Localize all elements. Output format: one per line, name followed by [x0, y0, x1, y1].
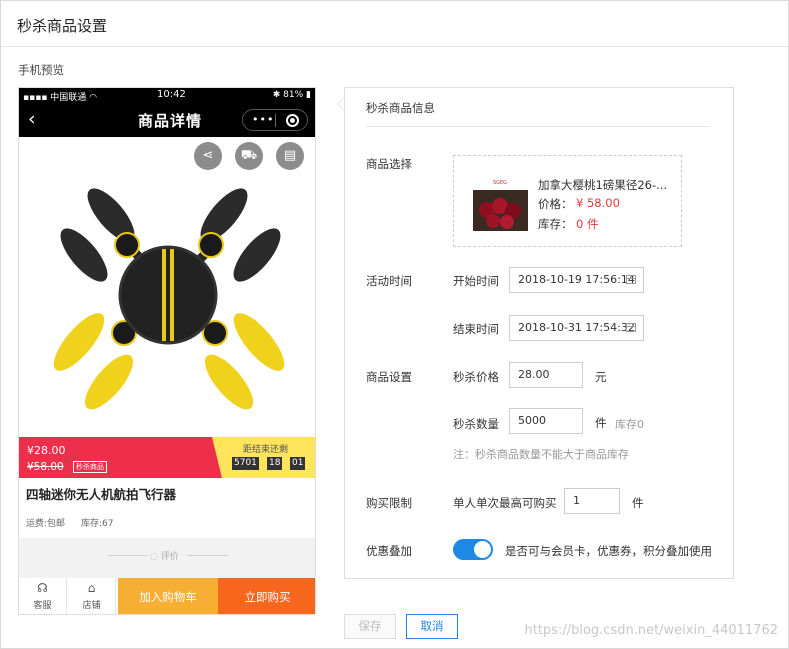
headset-icon: ☊ — [37, 581, 48, 595]
store-button[interactable]: ⌂ 店铺 — [68, 578, 116, 614]
settings-form-panel: 秒杀商品信息 商品选择 SGEG 加拿大樱桃1磅果径26-... 价格： ¥ 5… — [344, 87, 734, 579]
flash-price: ¥28.00 — [27, 444, 66, 457]
limit-unit: 件 — [632, 496, 644, 510]
qty-unit: 件 — [595, 416, 607, 430]
goods-stock-label: 库存： — [538, 217, 573, 231]
flash-price-input[interactable]: 28.00 — [509, 362, 583, 388]
start-time-input[interactable]: 2018-10-19 17:56:14 — [509, 267, 644, 293]
comment-icon: ◌ — [150, 552, 161, 562]
back-icon[interactable]: ‹ — [28, 108, 36, 130]
bluetooth-icon: ✱ — [272, 90, 284, 100]
carrier-label: ▪▪▪▪ 中国联通 ◠ — [23, 93, 98, 103]
original-price: ¥58.00 — [27, 461, 64, 473]
settings-window: 秒杀商品设置 手机预览 ▪▪▪▪ 中国联通 ◠ 10:42 ✱ 81% ▮ ‹ … — [0, 0, 789, 649]
goods-select-label: 商品选择 — [366, 157, 412, 171]
drone-illustration — [53, 188, 285, 410]
countdown-minutes: 01 — [290, 457, 306, 470]
goods-price-label: 价格： — [538, 197, 573, 211]
page-title: 秒杀商品设置 — [17, 17, 108, 35]
close-capsule-icon[interactable] — [286, 114, 299, 127]
discount-stack-toggle[interactable] — [453, 539, 493, 560]
countdown-days: 5701 — [232, 457, 259, 470]
stock-hint: 库存0 — [615, 418, 644, 431]
battery-icon: ▮ — [306, 90, 311, 100]
goods-thumbnail: SGEG — [473, 176, 528, 231]
flash-tag: 秒杀商品 — [73, 461, 107, 473]
product-name: 四轴迷你无人机航拍飞行器 — [26, 487, 177, 502]
title-divider — [1, 46, 788, 47]
watermark-text: https://blog.csdn.net/weixin_44011762 — [524, 623, 778, 638]
quantity-note: 注：秒杀商品数量不能大于商品库存 — [453, 448, 629, 461]
review-divider: ◌ 评价 — [19, 545, 315, 565]
discount-stack-label: 优惠叠加 — [366, 544, 412, 558]
start-time-label: 开始时间 — [453, 274, 499, 288]
phone-navbar: ‹ 商品详情 ••• — [19, 103, 315, 137]
phone-nav-title: 商品详情 — [138, 112, 203, 130]
add-to-cart-button[interactable]: 加入购物车 — [118, 578, 218, 614]
countdown-hours: 18 — [267, 457, 283, 470]
countdown-label: 距结束还剩 — [243, 445, 289, 455]
purchase-limit-label: 购买限制 — [366, 496, 412, 510]
limit-text: 单人单次最高可购买 — [453, 496, 557, 510]
shipping-text: 运费:包邮 — [26, 519, 66, 529]
product-image: ⋖ ⛟ ▤ — [19, 137, 315, 437]
save-button[interactable]: 保存 — [344, 614, 396, 639]
stock-text: 库存:67 — [81, 519, 114, 529]
end-time-label: 结束时间 — [453, 322, 499, 336]
calendar-icon[interactable] — [626, 275, 636, 284]
activity-time-label: 活动时间 — [366, 274, 412, 288]
goods-price: ¥ 58.00 — [576, 196, 620, 210]
preview-label: 手机预览 — [18, 63, 64, 77]
status-time: 10:42 — [157, 89, 186, 100]
more-icon[interactable]: ••• — [252, 113, 274, 126]
cart-icon[interactable]: ⛟ — [235, 142, 263, 170]
phone-preview: ▪▪▪▪ 中国联通 ◠ 10:42 ✱ 81% ▮ ‹ 商品详情 ••• ⋖ ⛟… — [18, 87, 316, 615]
limit-input[interactable]: 1 — [564, 488, 620, 514]
miniapp-capsule[interactable]: ••• — [242, 109, 308, 131]
discount-stack-text: 是否可与会员卡，优惠券，积分叠加使用 — [505, 544, 712, 558]
review-label: ◌ 评价 — [150, 552, 179, 562]
goods-setting-label: 商品设置 — [366, 370, 412, 384]
status-bar: ▪▪▪▪ 中国联通 ◠ 10:42 ✱ 81% ▮ — [19, 88, 315, 103]
calendar-icon[interactable] — [626, 323, 636, 332]
clipboard-icon[interactable]: ▤ — [276, 142, 304, 170]
flash-qty-input[interactable]: 5000 — [509, 408, 583, 434]
flash-price-label: 秒杀价格 — [453, 370, 499, 384]
share-icon[interactable]: ⋖ — [194, 142, 222, 170]
service-button[interactable]: ☊ 客服 — [19, 578, 67, 614]
goods-selector[interactable]: SGEG 加拿大樱桃1磅果径26-... 价格： ¥ 58.00 库存： 0 件 — [453, 155, 682, 247]
flash-qty-label: 秒杀数量 — [453, 417, 499, 431]
price-unit: 元 — [595, 370, 607, 384]
signal-icon: ▪▪▪▪ — [23, 93, 51, 103]
goods-name: 加拿大樱桃1磅果径26-... — [538, 178, 668, 192]
section-title: 秒杀商品信息 — [366, 101, 435, 115]
store-icon: ⌂ — [87, 581, 96, 595]
product-info: 四轴迷你无人机航拍飞行器 运费:包邮 库存:67 — [19, 478, 315, 538]
cancel-button[interactable]: 取消 — [406, 614, 458, 639]
buy-now-button[interactable]: 立即购买 — [218, 578, 315, 614]
end-time-input[interactable]: 2018-10-31 17:54:32 — [509, 315, 644, 341]
phone-bottom-bar: ☊ 客服 ⌂ 店铺 加入购物车 立即购买 — [19, 578, 315, 614]
svg-text:SGEG: SGEG — [493, 180, 507, 186]
goods-stock: 0 件 — [576, 217, 599, 231]
flash-sale-band: ¥28.00 ¥58.00 秒杀商品 距结束还剩 5701 18 01 — [19, 437, 315, 478]
status-icons: ✱ 81% ▮ — [272, 90, 311, 100]
wifi-icon: ◠ — [89, 93, 98, 103]
